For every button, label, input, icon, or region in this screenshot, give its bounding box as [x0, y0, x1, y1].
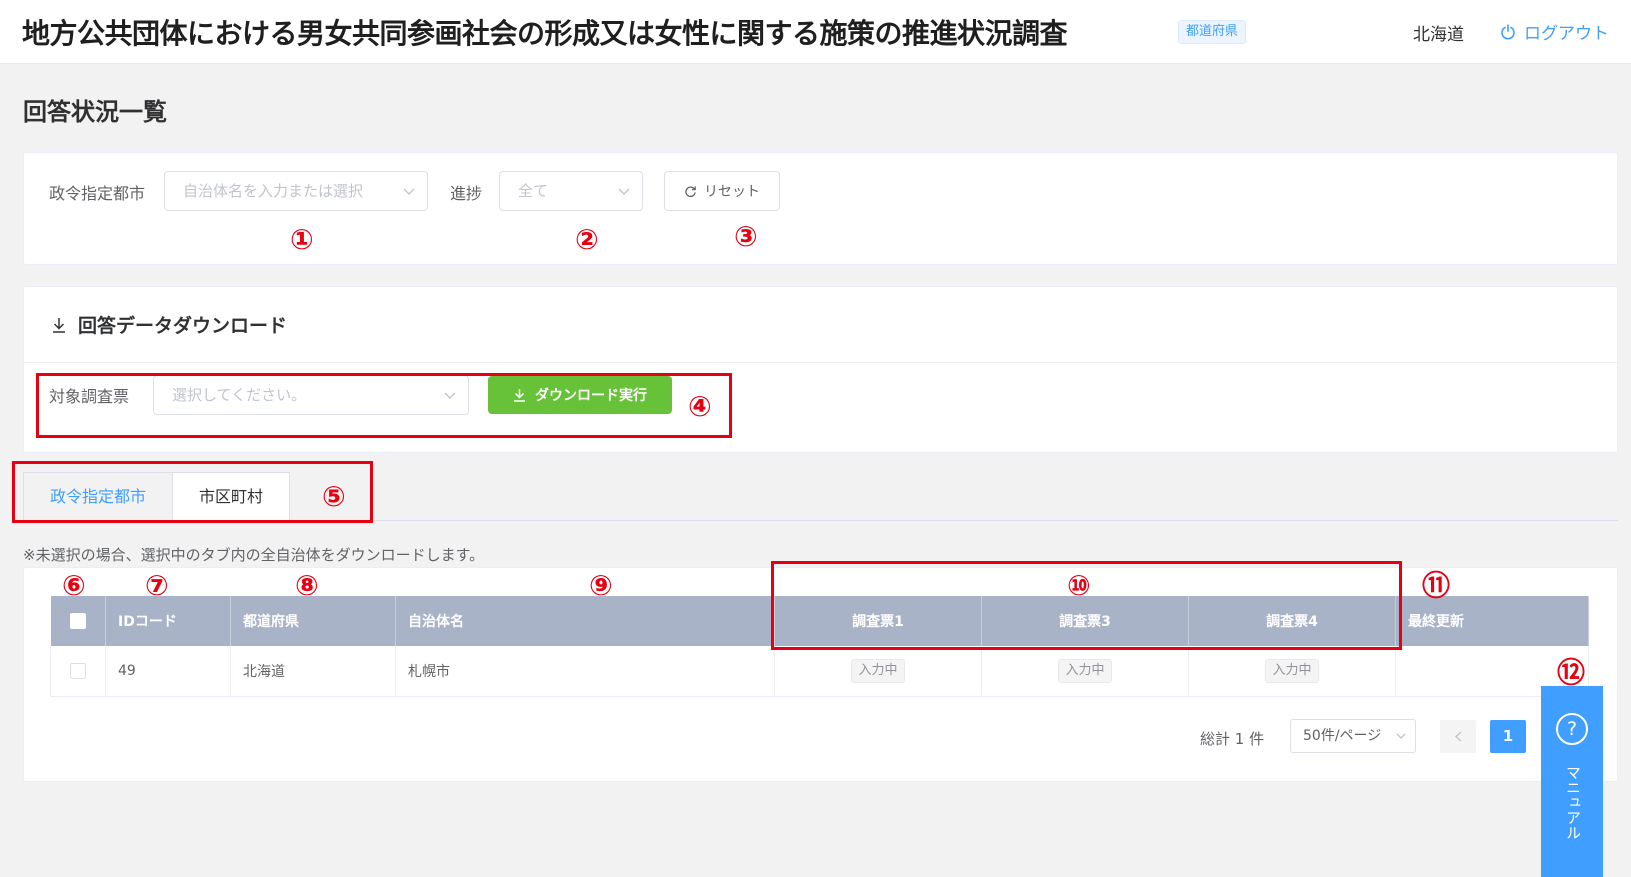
page-size-select[interactable]: 50件/ページ	[1290, 719, 1416, 753]
annotation-marker-11: ⑪	[1422, 569, 1451, 602]
cell-municipality: 札幌市	[395, 646, 775, 697]
prev-page-button[interactable]	[1440, 720, 1476, 753]
download-title: 回答データダウンロード	[52, 311, 287, 338]
city-select[interactable]: 自治体名を入力または選択	[164, 171, 428, 211]
help-icon: ?	[1556, 713, 1588, 745]
cell-prefecture: 北海道	[230, 646, 396, 697]
power-icon	[1501, 23, 1515, 39]
annotation-box-download	[36, 373, 732, 438]
progress-label: 進捗	[450, 184, 483, 203]
app-header: 地方公共団体における男女共同参画社会の形成又は女性に関する施策の推進状況調査 都…	[0, 0, 1631, 64]
status-badge[interactable]: 入力中	[1265, 658, 1319, 683]
cell-survey-1: 入力中	[774, 646, 982, 697]
page-number-button[interactable]: 1	[1490, 720, 1526, 753]
page-title: 回答状況一覧	[23, 98, 167, 126]
progress-value: 全て	[518, 182, 549, 200]
annotation-marker-5: ⑤	[322, 480, 346, 513]
page-size-value: 50件/ページ	[1303, 728, 1382, 744]
select-all-cell	[50, 596, 106, 646]
reset-label: リセット	[704, 184, 760, 200]
col-prefecture[interactable]: 都道府県	[230, 596, 396, 646]
row-select-cell	[50, 646, 106, 697]
col-id[interactable]: IDコード	[105, 596, 231, 646]
manual-label: マニュアル	[1564, 765, 1582, 840]
annotation-marker-3: ③	[734, 220, 758, 253]
download-icon	[53, 317, 65, 333]
annotation-marker-12: ⑫	[1557, 656, 1586, 689]
cell-survey-4: 入力中	[1188, 646, 1396, 697]
logout-label: ログアウト	[1524, 24, 1609, 44]
col-municipality[interactable]: 自治体名	[395, 596, 775, 646]
annotation-marker-8: ⑧	[295, 569, 319, 602]
select-all-checkbox[interactable]	[69, 613, 86, 629]
prefecture-tag: 都道府県	[1178, 20, 1247, 44]
annotation-box-tabs	[12, 461, 373, 523]
city-label: 政令指定都市	[49, 184, 146, 203]
download-note: ※未選択の場合、選択中のタブ内の全自治体をダウンロードします。	[23, 546, 485, 564]
row-checkbox[interactable]	[70, 662, 86, 679]
manual-button[interactable]: ? マニュアル	[1541, 686, 1603, 877]
filter-card: 政令指定都市 自治体名を入力または選択 進捗 全て リセット	[23, 152, 1618, 265]
city-placeholder: 自治体名を入力または選択	[183, 182, 364, 200]
user-name: 北海道	[1413, 25, 1464, 45]
status-badge[interactable]: 入力中	[851, 658, 905, 683]
table-row: 49 北海道 札幌市 入力中 入力中 入力中	[50, 646, 1589, 697]
chevron-down-icon	[618, 188, 630, 195]
annotation-marker-4: ④	[688, 390, 712, 423]
pagination-total: 総計 1 件	[1200, 730, 1265, 748]
cell-survey-3: 入力中	[981, 646, 1189, 697]
cell-id: 49	[105, 646, 231, 697]
logout-button[interactable]: ログアウト	[1500, 19, 1609, 44]
annotation-marker-10: ⑩	[1067, 569, 1091, 602]
status-badge[interactable]: 入力中	[1058, 658, 1112, 683]
progress-select[interactable]: 全て	[499, 171, 643, 211]
col-last-updated[interactable]: 最終更新	[1395, 596, 1589, 646]
download-title-label: 回答データダウンロード	[78, 315, 288, 337]
annotation-marker-7: ⑦	[145, 569, 169, 602]
annotation-marker-1: ①	[290, 223, 314, 256]
annotation-marker-9: ⑨	[589, 569, 613, 602]
app-title: 地方公共団体における男女共同参画社会の形成又は女性に関する施策の推進状況調査	[22, 17, 1068, 50]
chevron-down-icon	[403, 188, 415, 195]
reset-button[interactable]: リセット	[664, 171, 780, 211]
annotation-marker-2: ②	[575, 223, 599, 256]
annotation-marker-6: ⑥	[62, 569, 86, 602]
chevron-left-icon	[1454, 731, 1461, 742]
download-header: 回答データダウンロード	[24, 287, 1617, 363]
chevron-down-icon	[1396, 733, 1406, 739]
refresh-icon	[685, 185, 696, 197]
